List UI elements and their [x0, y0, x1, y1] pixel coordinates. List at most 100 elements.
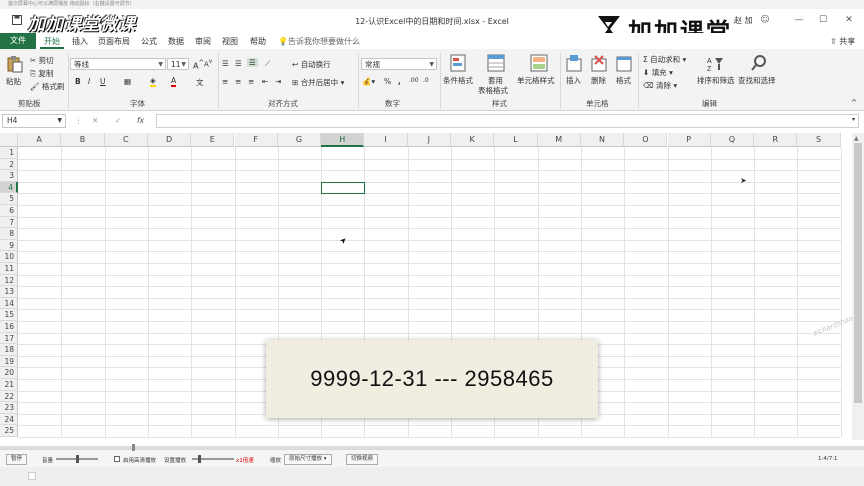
- column-header[interactable]: H: [321, 133, 365, 147]
- minimize-icon[interactable]: —: [794, 15, 804, 25]
- sort-filter-icon[interactable]: AZ: [706, 54, 724, 74]
- row-header[interactable]: 12: [0, 274, 18, 287]
- row-header[interactable]: 2: [0, 158, 18, 171]
- italic-button[interactable]: I: [88, 77, 90, 86]
- autosum-button[interactable]: Σ 自动求和 ▾: [643, 54, 686, 65]
- row-header[interactable]: 19: [0, 355, 18, 368]
- column-header[interactable]: C: [104, 133, 148, 147]
- row-header[interactable]: 7: [0, 216, 18, 229]
- clear-button[interactable]: ⌫ 清除 ▾: [643, 80, 677, 91]
- align-left-icon[interactable]: ≡: [222, 77, 228, 86]
- hd-checkbox[interactable]: [114, 456, 120, 462]
- number-format-select[interactable]: 常规 ▼: [361, 58, 437, 70]
- tab-home[interactable]: 开始: [44, 36, 60, 47]
- row-header[interactable]: 15: [0, 309, 18, 321]
- column-header[interactable]: L: [494, 133, 538, 147]
- formula-input[interactable]: [156, 114, 859, 128]
- progress-thumb[interactable]: [132, 444, 135, 451]
- decrease-indent-icon[interactable]: ⇤: [262, 77, 268, 86]
- row-header[interactable]: 23: [0, 402, 18, 414]
- vertical-scrollbar[interactable]: ▲: [852, 133, 864, 440]
- row-header[interactable]: 21: [0, 379, 18, 391]
- scrollbar-thumb[interactable]: [854, 143, 862, 403]
- zoom-select[interactable]: 原始尺寸播放 ▾: [284, 454, 332, 465]
- row-header[interactable]: 10: [0, 251, 18, 263]
- row-header[interactable]: 4: [0, 181, 18, 194]
- row-header[interactable]: 1: [0, 147, 18, 159]
- column-header[interactable]: M: [537, 133, 581, 147]
- fill-color-icon[interactable]: ◈: [150, 76, 156, 87]
- tab-page-layout[interactable]: 页面布局: [98, 36, 130, 47]
- bold-button[interactable]: B: [75, 77, 81, 86]
- delete-cells-icon[interactable]: [591, 54, 607, 74]
- close-icon[interactable]: ✕: [844, 15, 854, 25]
- insert-function-button[interactable]: fx: [137, 116, 144, 125]
- fill-button[interactable]: ⬇ 填充 ▾: [643, 67, 673, 78]
- borders-icon[interactable]: ▦: [124, 77, 131, 86]
- cell-styles-icon[interactable]: [530, 54, 548, 74]
- format-cells-button[interactable]: 格式: [616, 75, 631, 86]
- tab-data[interactable]: 数据: [168, 36, 184, 47]
- copy-button[interactable]: ⎘ 复制: [30, 68, 53, 79]
- insert-cells-icon[interactable]: [566, 54, 582, 74]
- column-header[interactable]: P: [667, 133, 711, 147]
- column-header[interactable]: B: [61, 133, 105, 147]
- font-size-select[interactable]: 11 ▼: [167, 58, 189, 70]
- row-header[interactable]: 3: [0, 170, 18, 182]
- find-select-icon[interactable]: [750, 54, 768, 74]
- row-header[interactable]: 17: [0, 332, 18, 345]
- column-header[interactable]: F: [234, 133, 278, 147]
- increase-decimal-icon[interactable]: .00: [409, 77, 419, 84]
- format-cells-icon[interactable]: [616, 54, 632, 74]
- row-header[interactable]: 14: [0, 297, 18, 310]
- sort-filter-button[interactable]: 排序和筛选: [697, 75, 735, 86]
- orientation-icon[interactable]: ⟋: [265, 59, 270, 69]
- switch-video-button[interactable]: 切换视频: [346, 454, 379, 465]
- scroll-up-icon[interactable]: ▲: [854, 135, 859, 142]
- column-header[interactable]: G: [277, 133, 322, 147]
- percent-button[interactable]: %: [384, 77, 391, 86]
- wrap-text-button[interactable]: ↩ 自动换行: [292, 59, 331, 70]
- decrease-decimal-icon[interactable]: .0: [423, 77, 429, 84]
- column-header[interactable]: N: [580, 133, 625, 147]
- tab-insert[interactable]: 插入: [72, 36, 88, 47]
- tab-formulas[interactable]: 公式: [141, 36, 157, 47]
- column-header[interactable]: Q: [710, 133, 755, 147]
- user-avatar-icon[interactable]: ☺: [760, 15, 770, 25]
- align-middle-icon[interactable]: ☰: [235, 59, 242, 68]
- column-header[interactable]: A: [18, 133, 62, 147]
- user-name[interactable]: 赵 加: [734, 15, 753, 26]
- paste-icon[interactable]: [6, 55, 24, 75]
- format-as-table-line2[interactable]: 表格格式: [478, 85, 508, 96]
- row-header[interactable]: 13: [0, 286, 18, 298]
- align-bottom-icon[interactable]: ☰: [247, 58, 258, 67]
- row-header[interactable]: 16: [0, 321, 18, 333]
- find-select-button[interactable]: 查找和选择: [738, 75, 776, 86]
- tab-file[interactable]: 文件: [0, 33, 36, 49]
- align-top-icon[interactable]: ☰: [222, 59, 229, 68]
- maximize-icon[interactable]: ☐: [818, 15, 828, 25]
- column-header[interactable]: O: [624, 133, 668, 147]
- phonetic-icon[interactable]: 文: [196, 77, 204, 88]
- row-header[interactable]: 20: [0, 367, 18, 379]
- confirm-entry-icon[interactable]: ✓: [115, 116, 121, 125]
- font-name-select[interactable]: 等线 ▼: [70, 58, 166, 70]
- volume-slider[interactable]: [56, 455, 98, 463]
- column-header[interactable]: K: [451, 133, 495, 147]
- row-header[interactable]: 24: [0, 413, 18, 426]
- column-header[interactable]: D: [147, 133, 192, 147]
- row-header[interactable]: 11: [0, 263, 18, 275]
- insert-cells-button[interactable]: 插入: [566, 75, 581, 86]
- merge-center-button[interactable]: ⊞ 合并后居中 ▾: [292, 77, 344, 88]
- tab-help[interactable]: 帮助: [250, 36, 266, 47]
- column-header[interactable]: R: [754, 133, 798, 147]
- decrease-font-icon[interactable]: Av: [204, 59, 212, 68]
- row-header[interactable]: 25: [0, 425, 18, 437]
- cut-button[interactable]: ✂ 剪切: [30, 55, 54, 66]
- tab-view[interactable]: 视图: [222, 36, 238, 47]
- row-header[interactable]: 6: [0, 205, 18, 217]
- volume-thumb[interactable]: [76, 455, 79, 463]
- column-header[interactable]: J: [407, 133, 451, 147]
- format-as-table-icon[interactable]: [487, 54, 505, 74]
- paste-button[interactable]: 粘贴: [6, 76, 21, 87]
